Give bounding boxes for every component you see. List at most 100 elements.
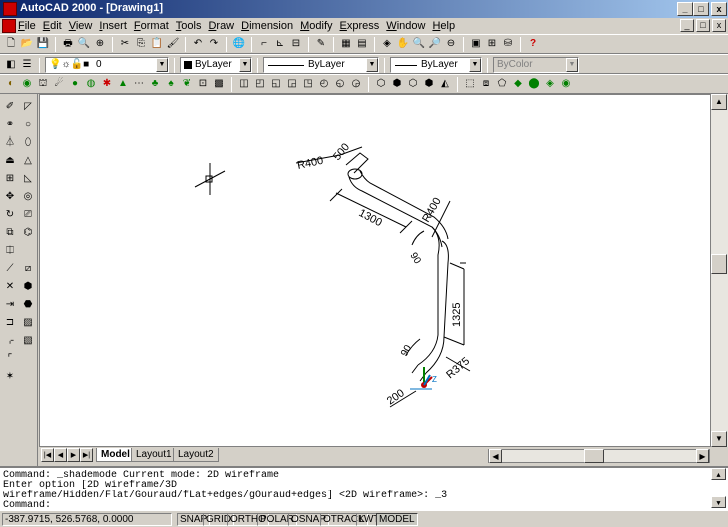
tab-model[interactable]: Model [96, 448, 135, 462]
zoom-previous-icon[interactable]: ⊖ [444, 37, 458, 51]
erase-icon[interactable]: ✐ [3, 100, 17, 114]
cut-icon[interactable]: ✂ [118, 37, 132, 51]
iso-view-nw-icon[interactable]: ⬢ [422, 77, 436, 91]
flat-edges-icon[interactable]: ◈ [543, 77, 557, 91]
materials-icon[interactable]: ● [68, 77, 82, 91]
undo-icon[interactable]: ↶ [191, 37, 205, 51]
model-toggle[interactable]: MODEL [376, 513, 418, 526]
ellipse-tool-icon[interactable]: ⬯ [21, 136, 35, 150]
lights-icon[interactable]: ☄ [52, 77, 66, 91]
lineweight-select[interactable]: ByLayer ▼ [390, 57, 482, 73]
last-tab-button[interactable]: ▶| [80, 448, 93, 462]
explode-icon[interactable]: ✶ [3, 370, 17, 384]
drawing-canvas[interactable]: R400 500 1300 R400 90 1325 90 R375 200 Z [39, 94, 711, 447]
ucs-icon[interactable]: ⊾ [273, 37, 287, 51]
redo-icon[interactable]: ↷ [207, 37, 221, 51]
copy-icon[interactable]: ⎘ [134, 37, 148, 51]
hscroll-thumb[interactable] [584, 449, 604, 463]
menu-express[interactable]: Express [340, 20, 380, 32]
design-center-icon[interactable]: ⊞ [485, 37, 499, 51]
extrude-tool-icon[interactable]: ⎚ [21, 208, 35, 222]
fog-icon[interactable]: ⋯ [132, 77, 146, 91]
extend-icon[interactable]: ⇥ [3, 298, 17, 312]
cone-icon[interactable]: ◴ [317, 77, 331, 91]
horizontal-scrollbar[interactable]: ◀ ▶ [488, 449, 710, 463]
command-window[interactable]: Command: _shademode Current mode: 2D wir… [0, 466, 728, 510]
cmd-scroll-down-button[interactable]: ▼ [711, 496, 726, 508]
trim-icon[interactable]: ✕ [3, 280, 17, 294]
minimize-button[interactable]: _ [677, 2, 693, 16]
menu-insert[interactable]: Insert [99, 20, 127, 32]
scale-icon[interactable]: ⧉ [3, 226, 17, 240]
first-tab-button[interactable]: |◀ [41, 448, 54, 462]
make-layer-current-icon[interactable]: ◧ [4, 58, 18, 72]
stretch-icon[interactable]: ⎅ [3, 244, 17, 258]
fillet-icon[interactable]: ⌜ [3, 352, 17, 366]
scenes-icon[interactable]: ⛫ [36, 77, 50, 91]
mapping-icon[interactable]: ✱ [100, 77, 114, 91]
print-icon[interactable]: 🖶 [61, 37, 75, 51]
gouraud-shaded-icon[interactable]: ⬤ [527, 77, 541, 91]
chevron-down-icon[interactable]: ▼ [156, 58, 168, 72]
materials-library-icon[interactable]: ◍ [84, 77, 98, 91]
scroll-down-button[interactable]: ▼ [711, 431, 727, 447]
layer-select[interactable]: 💡☼🔓■ 0 ▼ [45, 57, 169, 73]
circle-tool-icon[interactable]: ○ [21, 118, 35, 132]
wedge-icon[interactable]: ◲ [285, 77, 299, 91]
cone-tool-icon[interactable]: △ [21, 154, 35, 168]
menu-format[interactable]: Format [134, 20, 169, 32]
rotate-icon[interactable]: ↻ [3, 208, 17, 222]
chevron-down-icon[interactable]: ▼ [366, 58, 378, 72]
background-icon[interactable]: ▲ [116, 77, 130, 91]
find-icon[interactable]: ⊕ [93, 37, 107, 51]
chevron-down-icon[interactable]: ▼ [469, 58, 481, 72]
statistics-icon[interactable]: ▩ [212, 77, 226, 91]
break-icon[interactable]: ⊐ [3, 316, 17, 330]
menu-draw[interactable]: Draw [208, 20, 234, 32]
pan-icon[interactable]: ✋ [396, 37, 410, 51]
revolve-tool-icon[interactable]: ⌬ [21, 226, 35, 240]
offset-icon[interactable]: ⏏ [3, 154, 17, 168]
doc-restore-button[interactable]: □ [696, 19, 710, 32]
open-icon[interactable]: 📂 [20, 37, 34, 51]
aerial-view-icon[interactable]: ▦ [339, 37, 353, 51]
render-icon[interactable]: ◉ [20, 77, 34, 91]
scroll-up-button[interactable]: ▲ [711, 94, 727, 110]
array-icon[interactable]: ⊞ [3, 172, 17, 186]
zoom-window-icon[interactable]: 🔎 [428, 37, 442, 51]
save-icon[interactable]: 💾 [36, 37, 50, 51]
menu-help[interactable]: Help [432, 20, 455, 32]
doc-close-button[interactable]: x [712, 19, 726, 32]
slice-tool-icon[interactable]: ⧄ [21, 262, 35, 276]
dome-icon[interactable]: ◶ [349, 77, 363, 91]
tab-layout1[interactable]: Layout1 [131, 448, 177, 462]
section-tool-icon[interactable]: ⬢ [21, 280, 35, 294]
flat-shaded-icon[interactable]: ◆ [511, 77, 525, 91]
menu-edit[interactable]: Edit [43, 20, 62, 32]
menu-file[interactable]: File [18, 20, 36, 32]
2d-wireframe-icon[interactable]: ⬚ [463, 77, 477, 91]
iso-view-se-icon[interactable]: ⬢ [390, 77, 404, 91]
menu-view[interactable]: View [69, 20, 93, 32]
interfere-tool-icon[interactable]: ⬣ [21, 298, 35, 312]
menu-tools[interactable]: Tools [176, 20, 202, 32]
camera-icon[interactable]: ◭ [438, 77, 452, 91]
iso-view-sw-icon[interactable]: ⬡ [374, 77, 388, 91]
zoom-realtime-icon[interactable]: 🔍 [412, 37, 426, 51]
document-icon[interactable] [2, 19, 16, 33]
tab-layout2[interactable]: Layout2 [173, 448, 219, 462]
chamfer-icon[interactable]: ⌌ [3, 334, 17, 348]
2d-solid-icon[interactable]: ◫ [237, 77, 251, 91]
coordinates-readout[interactable]: -387.9715, 526.5768, 0.0000 [2, 513, 172, 526]
maximize-button[interactable]: □ [693, 2, 709, 16]
inquiry-icon[interactable]: ⊟ [289, 37, 303, 51]
copy-object-icon[interactable]: ⚭ [3, 118, 17, 132]
scroll-left-button[interactable]: ◀ [489, 449, 502, 463]
next-tab-button[interactable]: ▶ [67, 448, 80, 462]
landscape-edit-icon[interactable]: ♠ [164, 77, 178, 91]
autocad-app-icon[interactable] [3, 2, 17, 16]
hide-icon[interactable]: ◐ [4, 77, 18, 91]
object-snap-icon[interactable]: ⌐ [257, 37, 271, 51]
layers-icon[interactable]: ☰ [20, 58, 34, 72]
3d-orbit-icon[interactable]: ◈ [380, 37, 394, 51]
